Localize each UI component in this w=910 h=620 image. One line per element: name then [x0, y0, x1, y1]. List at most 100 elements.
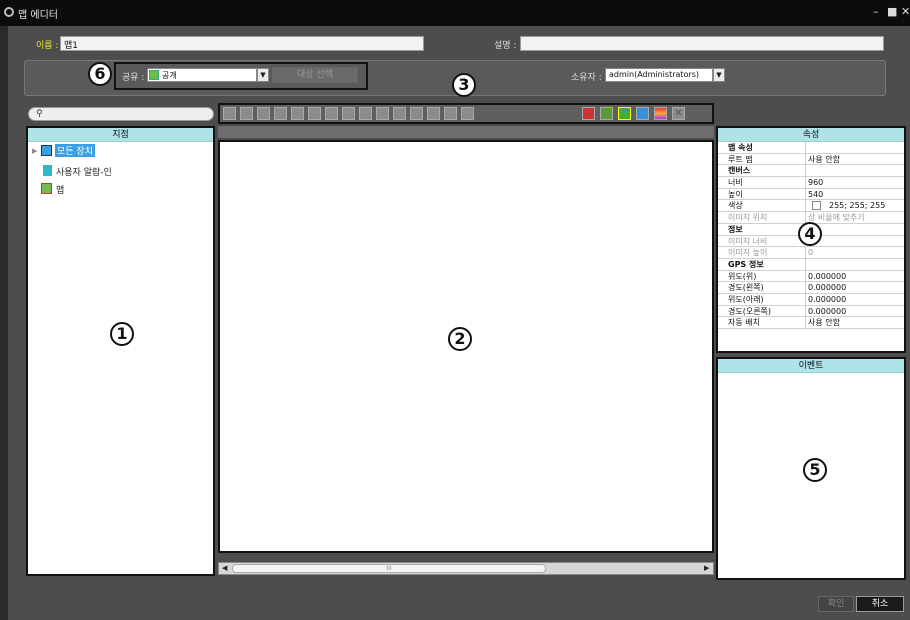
maximize-button[interactable]: ■: [887, 5, 897, 18]
image-icon[interactable]: [618, 107, 631, 120]
property-value[interactable]: 0.000000: [806, 271, 904, 282]
property-key: 이미지 높이: [718, 247, 806, 258]
align-center-h-icon[interactable]: [308, 107, 321, 120]
site-panel: 지점 ▶ 모든 장치 사용자 알람-인 맵: [26, 126, 215, 576]
property-key: 너비: [718, 177, 806, 188]
search-input[interactable]: [28, 107, 214, 121]
owner-label: 소유자 :: [571, 73, 602, 83]
same-width-icon[interactable]: [359, 107, 372, 120]
alarm-in-icon: [43, 165, 52, 176]
property-value[interactable]: 255; 255; 255: [806, 200, 904, 211]
property-row[interactable]: 위도(위) 0.000000: [718, 270, 904, 283]
property-value[interactable]: 0: [806, 247, 904, 258]
layer-icon[interactable]: [582, 107, 595, 120]
property-row: 맵 속성: [718, 142, 904, 154]
property-key: 루트 맵: [718, 153, 806, 165]
align-left-icon[interactable]: [223, 107, 236, 120]
distribute-v-icon[interactable]: [342, 107, 355, 120]
tree-item-map[interactable]: 맵: [56, 183, 64, 196]
property-value[interactable]: 상 비율에 맞추기: [806, 212, 904, 223]
delete-icon[interactable]: ✕: [672, 107, 685, 120]
site-panel-header: 지점: [28, 128, 213, 142]
property-value[interactable]: 540: [806, 189, 904, 200]
color-icon[interactable]: [654, 107, 667, 120]
share-select[interactable]: 공개: [147, 68, 257, 82]
property-key: 맵 속성: [718, 142, 806, 153]
color-swatch[interactable]: [812, 201, 821, 211]
property-row[interactable]: 위도(아래) 0.000000: [718, 293, 904, 306]
property-key: 정보: [718, 223, 806, 235]
property-row[interactable]: 루트 맵 사용 안함: [718, 153, 904, 166]
background-icon[interactable]: [636, 107, 649, 120]
close-button[interactable]: ✕: [901, 5, 910, 18]
property-value[interactable]: 0.000000: [806, 306, 904, 317]
property-row[interactable]: 경도(왼쪽) 0.000000: [718, 282, 904, 294]
ok-button[interactable]: 확인: [818, 596, 854, 612]
scroll-right-icon[interactable]: ▶: [704, 564, 709, 572]
callout-3: 3: [452, 73, 476, 97]
select-target-button[interactable]: 대상 선택: [272, 67, 358, 83]
fit-icon[interactable]: [444, 107, 457, 120]
property-key: 이미지 너비: [718, 235, 806, 247]
name-field[interactable]: 맵1: [60, 36, 424, 51]
ungroup-icon[interactable]: [427, 107, 440, 120]
align-right-icon[interactable]: [240, 107, 253, 120]
align-top-icon[interactable]: [257, 107, 270, 120]
property-key: 위도(아래): [718, 293, 806, 305]
center-icon[interactable]: [461, 107, 474, 120]
share-dropdown-button[interactable]: ▼: [257, 68, 269, 82]
property-value[interactable]: 사용 안함: [806, 317, 904, 328]
property-value[interactable]: 960: [806, 177, 904, 188]
property-value[interactable]: 0.000000: [806, 282, 904, 293]
group-icon[interactable]: [410, 107, 423, 120]
property-value-text: 255; 255; 255: [829, 201, 886, 211]
property-key: 자동 배치: [718, 317, 806, 328]
callout-1: 1: [110, 322, 134, 346]
property-row: GPS 정보: [718, 258, 904, 271]
owner-select[interactable]: admin(Administrators): [605, 68, 713, 82]
property-value[interactable]: 0.000000: [806, 294, 904, 305]
tree-item-all-devices[interactable]: 모든 장치: [55, 144, 95, 157]
property-row: 캔버스: [718, 165, 904, 178]
minimize-button[interactable]: –: [873, 5, 879, 18]
description-field[interactable]: [520, 36, 884, 51]
properties-header: 속성: [718, 128, 904, 142]
align-bottom-icon[interactable]: [274, 107, 287, 120]
public-map-icon: [149, 70, 159, 80]
name-label: 이름 :: [36, 41, 59, 51]
callout-4: 4: [798, 222, 822, 246]
property-row[interactable]: 이미지 높이 0: [718, 247, 904, 259]
window-title: 맵 에디터: [18, 10, 58, 21]
device-list-icon: [41, 145, 52, 156]
cancel-button[interactable]: 취소: [856, 596, 904, 612]
align-center-v-icon[interactable]: [291, 107, 304, 120]
scrollbar-thumb[interactable]: III: [232, 564, 546, 573]
property-value[interactable]: 사용 안함: [806, 154, 904, 165]
property-key: GPS 정보: [718, 258, 806, 270]
owner-dropdown-button[interactable]: ▼: [713, 68, 725, 82]
callout-6: 6: [88, 62, 112, 86]
property-key: 캔버스: [718, 165, 806, 177]
property-value: [806, 165, 904, 176]
property-key: 색상: [718, 200, 806, 212]
property-row[interactable]: 자동 배치 사용 안함: [718, 317, 904, 329]
property-key: 위도(위): [718, 270, 806, 282]
property-key: 경도(왼쪽): [718, 282, 806, 293]
search-icon: ⚲: [36, 109, 43, 119]
property-row[interactable]: 높이 540: [718, 188, 904, 201]
property-row[interactable]: 경도(오른쪽) 0.000000: [718, 305, 904, 318]
share-label: 공유 :: [122, 73, 145, 83]
same-height-icon[interactable]: [376, 107, 389, 120]
property-row[interactable]: 너비 960: [718, 177, 904, 189]
chart-icon[interactable]: [600, 107, 613, 120]
tree-item-user-alarm-in[interactable]: 사용자 알람-인: [56, 165, 112, 178]
callout-2: 2: [448, 327, 472, 351]
expand-arrow-icon[interactable]: ▶: [32, 147, 37, 155]
scroll-left-icon[interactable]: ◀: [222, 564, 227, 572]
property-key: 이미지 위치: [718, 212, 806, 223]
property-row[interactable]: 색상 255; 255; 255: [718, 200, 904, 213]
distribute-h-icon[interactable]: [325, 107, 338, 120]
same-size-icon[interactable]: [393, 107, 406, 120]
canvas-ruler: [218, 126, 714, 138]
property-key: 높이: [718, 188, 806, 200]
